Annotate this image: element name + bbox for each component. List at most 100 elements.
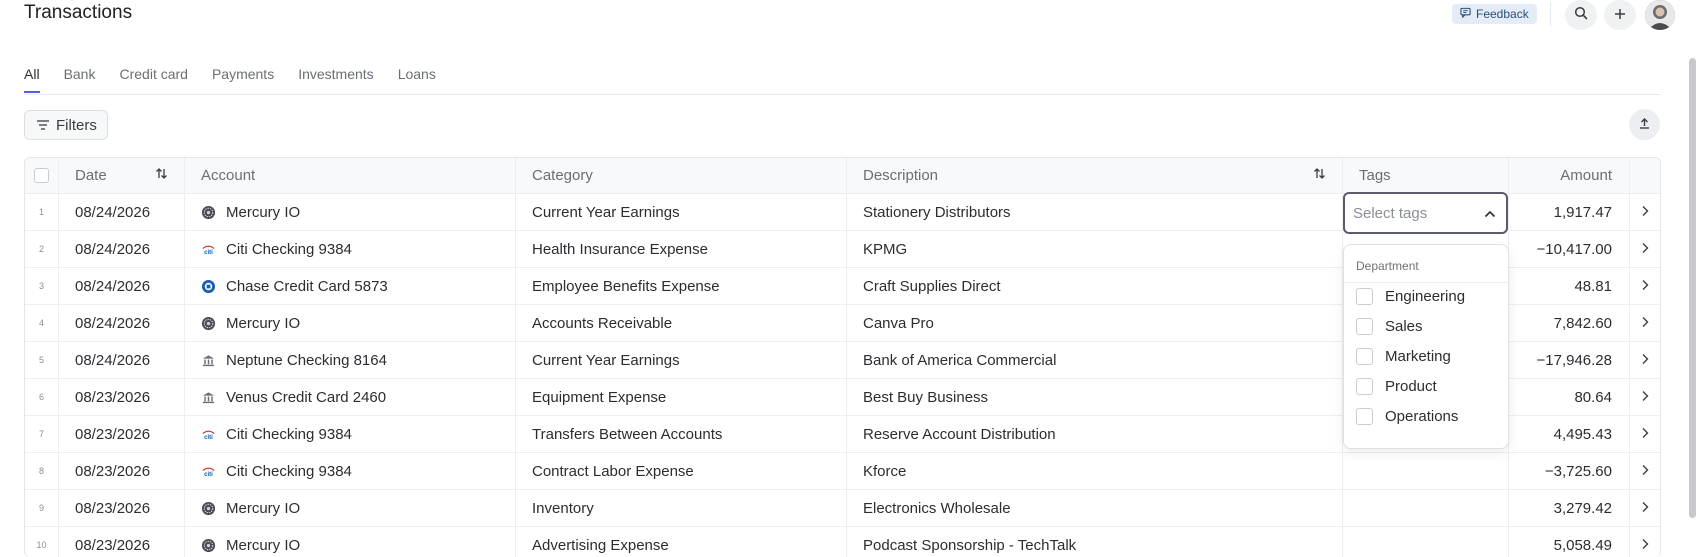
filter-icon xyxy=(37,117,49,134)
row-open-button[interactable] xyxy=(1630,527,1660,557)
tab-bank[interactable]: Bank xyxy=(64,66,96,92)
tag-option-sales[interactable]: Sales xyxy=(1356,318,1423,335)
tag-option-engineering[interactable]: Engineering xyxy=(1356,288,1465,305)
sort-icon[interactable] xyxy=(1313,167,1326,184)
category-cell[interactable]: Equipment Expense xyxy=(516,379,847,415)
tab-credit-card[interactable]: Credit card xyxy=(119,66,187,92)
account-name: Citi Checking 9384 xyxy=(226,240,352,258)
feedback-button[interactable]: Feedback xyxy=(1452,4,1537,24)
category-cell[interactable]: Inventory xyxy=(516,490,847,526)
tags-cell[interactable] xyxy=(1343,453,1509,489)
date-column-header[interactable]: Date xyxy=(59,158,185,193)
account-cell: citi Citi Checking 9384 xyxy=(185,453,516,489)
select-all-cell xyxy=(25,158,59,193)
tag-checkbox[interactable] xyxy=(1356,288,1373,305)
row-open-button[interactable] xyxy=(1630,342,1660,378)
table-row[interactable]: 9 08/23/2026 Mercury IO Inventory Electronic… xyxy=(25,490,1660,527)
category-cell[interactable]: Health Insurance Expense xyxy=(516,231,847,267)
search-button[interactable] xyxy=(1565,0,1597,30)
tags-cell[interactable] xyxy=(1343,490,1509,526)
feedback-label: Feedback xyxy=(1476,7,1529,21)
tab-loans[interactable]: Loans xyxy=(398,66,436,92)
tab-payments[interactable]: Payments xyxy=(212,66,274,92)
chevron-right-icon xyxy=(1641,389,1649,406)
tags-cell[interactable] xyxy=(1343,527,1509,557)
row-open-button[interactable] xyxy=(1630,305,1660,341)
category-cell[interactable]: Employee Benefits Expense xyxy=(516,268,847,304)
row-index: 10 xyxy=(25,527,59,557)
chevron-right-icon xyxy=(1641,204,1649,221)
tag-checkbox[interactable] xyxy=(1356,408,1373,425)
account-column-header[interactable]: Account xyxy=(185,158,516,193)
svg-text:citi: citi xyxy=(204,471,213,478)
account-name: Mercury IO xyxy=(226,203,301,221)
account-name: Mercury IO xyxy=(226,314,301,332)
date-cell: 08/23/2026 xyxy=(59,527,185,557)
avatar[interactable] xyxy=(1645,0,1675,30)
tag-checkbox[interactable] xyxy=(1356,378,1373,395)
description-header-label: Description xyxy=(863,167,939,184)
filters-button[interactable]: Filters xyxy=(24,110,108,140)
row-open-button[interactable] xyxy=(1630,453,1660,489)
row-open-button[interactable] xyxy=(1630,231,1660,267)
menu-divider xyxy=(1344,282,1508,283)
citi-icon: citi xyxy=(201,427,216,442)
amount-column-header[interactable]: Amount xyxy=(1509,158,1630,193)
sort-icon[interactable] xyxy=(155,167,168,184)
chase-icon xyxy=(201,279,216,294)
category-cell[interactable]: Advertising Expense xyxy=(516,527,847,557)
add-button[interactable] xyxy=(1604,0,1636,30)
category-cell[interactable]: Current Year Earnings xyxy=(516,194,847,230)
citi-icon: citi xyxy=(201,242,216,257)
header-spacer xyxy=(1630,158,1660,193)
row-open-button[interactable] xyxy=(1630,268,1660,304)
category-cell[interactable]: Transfers Between Accounts xyxy=(516,416,847,452)
page-scrollbar[interactable] xyxy=(1689,58,1696,518)
tag-option-operations[interactable]: Operations xyxy=(1356,408,1458,425)
date-cell: 08/23/2026 xyxy=(59,490,185,526)
account-cell: Mercury IO xyxy=(185,490,516,526)
account-name: Citi Checking 9384 xyxy=(226,425,352,443)
category-cell[interactable]: Contract Labor Expense xyxy=(516,453,847,489)
tag-checkbox[interactable] xyxy=(1356,318,1373,335)
select-all-checkbox[interactable] xyxy=(34,168,49,183)
description-column-header[interactable]: Description xyxy=(847,158,1343,193)
tag-checkbox[interactable] xyxy=(1356,348,1373,365)
description-cell: Podcast Sponsorship - TechTalk xyxy=(847,527,1343,557)
date-cell: 08/24/2026 xyxy=(59,268,185,304)
page-title: Transactions xyxy=(24,2,133,23)
tag-option-product[interactable]: Product xyxy=(1356,378,1437,395)
row-open-button[interactable] xyxy=(1630,490,1660,526)
amount-cell: 5,058.49 xyxy=(1509,527,1630,557)
amount-cell: 3,279.42 xyxy=(1509,490,1630,526)
category-column-header[interactable]: Category xyxy=(516,158,847,193)
tag-option-label: Sales xyxy=(1385,318,1423,335)
row-open-button[interactable] xyxy=(1630,194,1660,230)
tags-column-header[interactable]: Tags xyxy=(1343,158,1509,193)
category-cell[interactable]: Accounts Receivable xyxy=(516,305,847,341)
tags-select[interactable]: Select tags xyxy=(1343,192,1508,234)
message-icon xyxy=(1460,7,1471,21)
mercury-icon xyxy=(201,501,216,516)
amount-cell: −3,725.60 xyxy=(1509,453,1630,489)
row-index: 2 xyxy=(25,231,59,267)
table-row[interactable]: 8 08/23/2026 citi Citi Checking 9384 Contrac… xyxy=(25,453,1660,490)
svg-text:citi: citi xyxy=(204,434,213,441)
account-cell: citi Citi Checking 9384 xyxy=(185,231,516,267)
toolbar-divider xyxy=(1550,2,1551,26)
row-open-button[interactable] xyxy=(1630,379,1660,415)
category-cell[interactable]: Current Year Earnings xyxy=(516,342,847,378)
tags-dropdown-menu: Department Engineering Sales Marketing P… xyxy=(1343,244,1509,449)
mercury-icon xyxy=(201,538,216,553)
account-name: Mercury IO xyxy=(226,536,301,554)
table-row[interactable]: 10 08/23/2026 Mercury IO Advertising Expens… xyxy=(25,527,1660,557)
account-name: Mercury IO xyxy=(226,499,301,517)
amount-cell: −10,417.00 xyxy=(1509,231,1630,267)
export-button[interactable] xyxy=(1629,109,1660,140)
tab-all[interactable]: All xyxy=(24,66,40,93)
menu-group-label: Department xyxy=(1356,259,1419,273)
row-open-button[interactable] xyxy=(1630,416,1660,452)
tab-investments[interactable]: Investments xyxy=(298,66,373,92)
tag-option-label: Marketing xyxy=(1385,348,1451,365)
tag-option-marketing[interactable]: Marketing xyxy=(1356,348,1451,365)
